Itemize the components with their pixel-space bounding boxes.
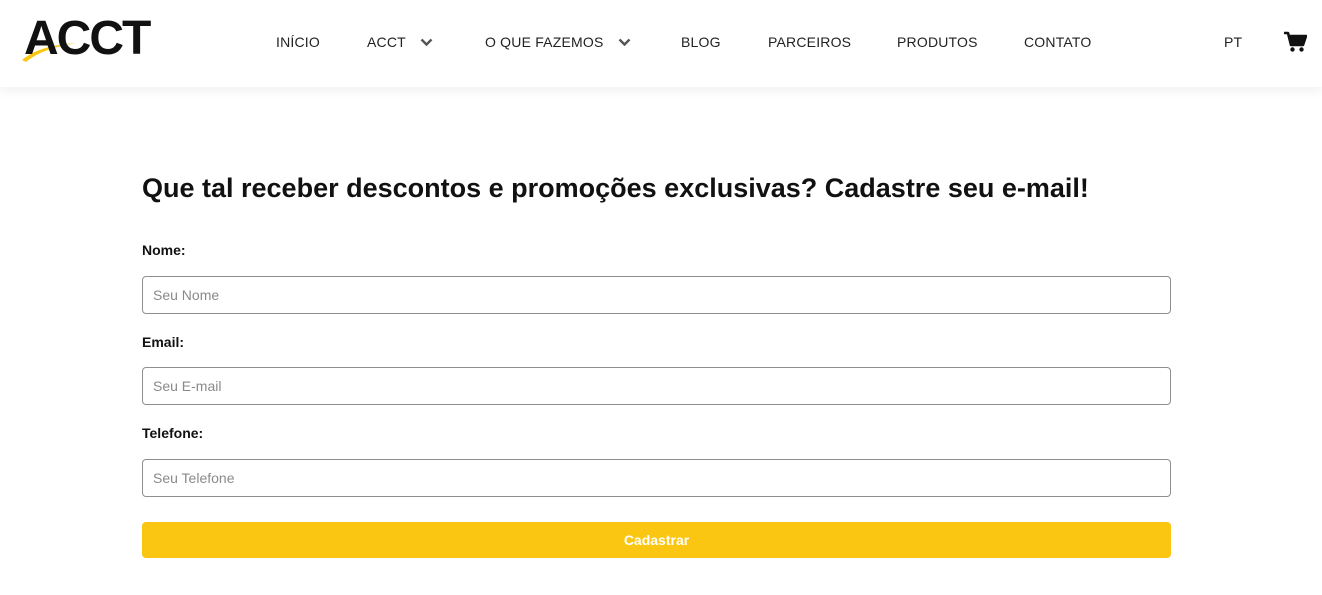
form-title: Que tal receber descontos e promoções ex… (142, 173, 1089, 203)
nav-item-produtos[interactable]: PRODUTOS (897, 33, 978, 51)
name-label: Nome: (142, 242, 186, 258)
nav-item-label: CONTATO (1024, 34, 1092, 50)
main-nav: INÍCIO ACCT O QUE FAZEMOS BLOG PARCEIROS… (0, 0, 1322, 82)
site-header: ACCT INÍCIO ACCT O QUE FAZEMOS BLOG PARC… (0, 0, 1322, 87)
submit-button[interactable]: Cadastrar (142, 522, 1171, 558)
language-label: PT (1224, 34, 1243, 50)
email-input[interactable] (142, 367, 1171, 405)
nav-item-acct[interactable]: ACCT (367, 33, 433, 51)
nav-item-label: PARCEIROS (768, 34, 852, 50)
nav-item-contato[interactable]: CONTATO (1024, 33, 1092, 51)
phone-label: Telefone: (142, 425, 204, 441)
name-input[interactable] (142, 276, 1171, 314)
nav-item-blog[interactable]: BLOG (681, 33, 721, 51)
nav-item-label: PRODUTOS (897, 34, 978, 50)
nav-item-label: INÍCIO (276, 34, 320, 50)
phone-input[interactable] (142, 459, 1171, 497)
chevron-down-icon (420, 38, 433, 46)
email-label: Email: (142, 334, 185, 350)
nav-item-o-que-fazemos[interactable]: O QUE FAZEMOS (485, 33, 631, 51)
chevron-down-icon (618, 38, 630, 46)
nav-item-inicio[interactable]: INÍCIO (276, 33, 320, 51)
shopping-cart-icon[interactable] (1283, 31, 1308, 53)
nav-item-parceiros[interactable]: PARCEIROS (768, 33, 851, 51)
language-selector[interactable]: PT (1224, 33, 1242, 51)
nav-item-label: O QUE FAZEMOS (485, 34, 604, 50)
nav-item-label: ACCT (367, 34, 406, 50)
nav-item-label: BLOG (681, 34, 721, 50)
